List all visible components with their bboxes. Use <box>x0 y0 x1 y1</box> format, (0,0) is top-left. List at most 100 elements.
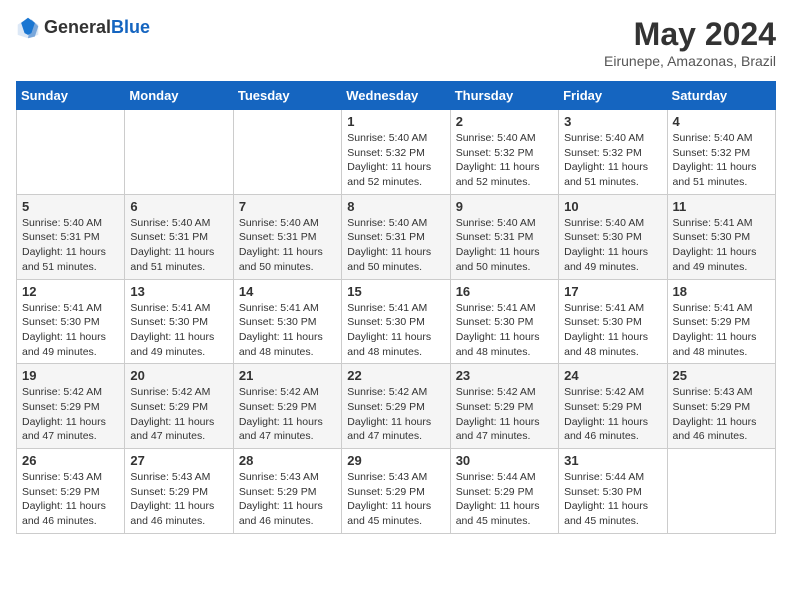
calendar-cell: 28 Sunrise: 5:43 AM Sunset: 5:29 PM Dayli… <box>233 449 341 534</box>
day-number: 18 <box>673 284 770 299</box>
day-number: 19 <box>22 368 119 383</box>
day-number: 29 <box>347 453 444 468</box>
calendar-week-row: 5Sunrise: 5:40 AM Sunset: 5:31 PM Daylig… <box>17 194 776 279</box>
logo: GeneralBlue <box>16 16 150 40</box>
calendar-cell: 29 Sunrise: 5:43 AM Sunset: 5:29 PM Dayli… <box>342 449 450 534</box>
day-number: 23 <box>456 368 553 383</box>
day-info: Sunrise: 5:43 AM Sunset: 5:29 PM Dayligh… <box>239 470 336 529</box>
day-number: 15 <box>347 284 444 299</box>
day-info: Sunrise: 5:42 AM Sunset: 5:29 PM Dayligh… <box>347 385 444 444</box>
page-header: GeneralBlue May 2024 Eirunepe, Amazonas,… <box>16 16 776 69</box>
day-info: Sunrise: 5:41 AM Sunset: 5:30 PM Dayligh… <box>564 301 661 360</box>
day-number: 11 <box>673 199 770 214</box>
day-number: 22 <box>347 368 444 383</box>
calendar-week-row: 12 Sunrise: 5:41 AM Sunset: 5:30 PM Dayli… <box>17 279 776 364</box>
day-number: 4 <box>673 114 770 129</box>
day-number: 10 <box>564 199 661 214</box>
calendar-cell: 30Sunrise: 5:44 AM Sunset: 5:29 PM Dayli… <box>450 449 558 534</box>
calendar-cell: 16 Sunrise: 5:41 AM Sunset: 5:30 PM Dayli… <box>450 279 558 364</box>
day-info: Sunrise: 5:43 AM Sunset: 5:29 PM Dayligh… <box>22 470 119 529</box>
calendar-week-row: 1 Sunrise: 5:40 AM Sunset: 5:32 PM Daylig… <box>17 110 776 195</box>
day-number: 16 <box>456 284 553 299</box>
day-number: 7 <box>239 199 336 214</box>
calendar-cell <box>233 110 341 195</box>
month-title: May 2024 <box>604 16 776 53</box>
calendar-cell: 13 Sunrise: 5:41 AM Sunset: 5:30 PM Dayli… <box>125 279 233 364</box>
location: Eirunepe, Amazonas, Brazil <box>604 53 776 69</box>
day-header-sunday: Sunday <box>17 82 125 110</box>
calendar-week-row: 19 Sunrise: 5:42 AM Sunset: 5:29 PM Dayli… <box>17 364 776 449</box>
day-number: 31 <box>564 453 661 468</box>
day-info: Sunrise: 5:40 AM Sunset: 5:32 PM Dayligh… <box>673 131 770 190</box>
calendar-cell: 2Sunrise: 5:40 AM Sunset: 5:32 PM Daylig… <box>450 110 558 195</box>
calendar-cell: 15Sunrise: 5:41 AM Sunset: 5:30 PM Dayli… <box>342 279 450 364</box>
day-header-thursday: Thursday <box>450 82 558 110</box>
day-number: 6 <box>130 199 227 214</box>
day-info: Sunrise: 5:41 AM Sunset: 5:30 PM Dayligh… <box>130 301 227 360</box>
day-info: Sunrise: 5:42 AM Sunset: 5:29 PM Dayligh… <box>564 385 661 444</box>
calendar-cell <box>667 449 775 534</box>
calendar-cell: 31Sunrise: 5:44 AM Sunset: 5:30 PM Dayli… <box>559 449 667 534</box>
day-header-saturday: Saturday <box>667 82 775 110</box>
calendar-cell: 26 Sunrise: 5:43 AM Sunset: 5:29 PM Dayli… <box>17 449 125 534</box>
calendar-cell: 9 Sunrise: 5:40 AM Sunset: 5:31 PM Daylig… <box>450 194 558 279</box>
day-info: Sunrise: 5:43 AM Sunset: 5:29 PM Dayligh… <box>673 385 770 444</box>
calendar-cell: 22 Sunrise: 5:42 AM Sunset: 5:29 PM Dayli… <box>342 364 450 449</box>
calendar-cell: 19Sunrise: 5:42 AM Sunset: 5:29 PM Dayli… <box>17 364 125 449</box>
calendar-cell: 12 Sunrise: 5:41 AM Sunset: 5:30 PM Dayli… <box>17 279 125 364</box>
day-info: Sunrise: 5:41 AM Sunset: 5:30 PM Dayligh… <box>456 301 553 360</box>
day-number: 28 <box>239 453 336 468</box>
day-number: 9 <box>456 199 553 214</box>
day-info: Sunrise: 5:42 AM Sunset: 5:29 PM Dayligh… <box>239 385 336 444</box>
day-info: Sunrise: 5:41 AM Sunset: 5:30 PM Dayligh… <box>673 216 770 275</box>
day-info: Sunrise: 5:40 AM Sunset: 5:30 PM Dayligh… <box>564 216 661 275</box>
day-number: 13 <box>130 284 227 299</box>
day-info: Sunrise: 5:41 AM Sunset: 5:30 PM Dayligh… <box>239 301 336 360</box>
calendar-cell: 8 Sunrise: 5:40 AM Sunset: 5:31 PM Daylig… <box>342 194 450 279</box>
day-header-wednesday: Wednesday <box>342 82 450 110</box>
day-number: 21 <box>239 368 336 383</box>
day-number: 20 <box>130 368 227 383</box>
day-number: 25 <box>673 368 770 383</box>
day-number: 17 <box>564 284 661 299</box>
calendar-cell: 14 Sunrise: 5:41 AM Sunset: 5:30 PM Dayli… <box>233 279 341 364</box>
day-info: Sunrise: 5:40 AM Sunset: 5:31 PM Dayligh… <box>130 216 227 275</box>
day-number: 30 <box>456 453 553 468</box>
calendar-cell: 17 Sunrise: 5:41 AM Sunset: 5:30 PM Dayli… <box>559 279 667 364</box>
day-info: Sunrise: 5:42 AM Sunset: 5:29 PM Dayligh… <box>456 385 553 444</box>
logo-text: GeneralBlue <box>44 18 150 38</box>
day-number: 1 <box>347 114 444 129</box>
day-info: Sunrise: 5:43 AM Sunset: 5:29 PM Dayligh… <box>347 470 444 529</box>
calendar-cell: 21 Sunrise: 5:42 AM Sunset: 5:29 PM Dayli… <box>233 364 341 449</box>
logo-icon <box>16 16 40 40</box>
calendar-cell: 10 Sunrise: 5:40 AM Sunset: 5:30 PM Dayli… <box>559 194 667 279</box>
calendar-cell: 11 Sunrise: 5:41 AM Sunset: 5:30 PM Dayli… <box>667 194 775 279</box>
calendar-cell: 20 Sunrise: 5:42 AM Sunset: 5:29 PM Dayli… <box>125 364 233 449</box>
day-header-friday: Friday <box>559 82 667 110</box>
day-number: 26 <box>22 453 119 468</box>
day-number: 14 <box>239 284 336 299</box>
day-info: Sunrise: 5:40 AM Sunset: 5:32 PM Dayligh… <box>564 131 661 190</box>
calendar-cell: 1 Sunrise: 5:40 AM Sunset: 5:32 PM Daylig… <box>342 110 450 195</box>
day-info: Sunrise: 5:42 AM Sunset: 5:29 PM Dayligh… <box>130 385 227 444</box>
day-number: 2 <box>456 114 553 129</box>
calendar-week-row: 26 Sunrise: 5:43 AM Sunset: 5:29 PM Dayli… <box>17 449 776 534</box>
day-number: 8 <box>347 199 444 214</box>
calendar-cell: 18 Sunrise: 5:41 AM Sunset: 5:29 PM Dayli… <box>667 279 775 364</box>
day-info: Sunrise: 5:41 AM Sunset: 5:29 PM Dayligh… <box>673 301 770 360</box>
day-info: Sunrise: 5:40 AM Sunset: 5:31 PM Dayligh… <box>22 216 119 275</box>
day-number: 12 <box>22 284 119 299</box>
day-info: Sunrise: 5:43 AM Sunset: 5:29 PM Dayligh… <box>130 470 227 529</box>
day-info: Sunrise: 5:40 AM Sunset: 5:32 PM Dayligh… <box>347 131 444 190</box>
title-area: May 2024 Eirunepe, Amazonas, Brazil <box>604 16 776 69</box>
day-number: 24 <box>564 368 661 383</box>
day-number: 27 <box>130 453 227 468</box>
day-info: Sunrise: 5:40 AM Sunset: 5:31 PM Dayligh… <box>239 216 336 275</box>
day-header-tuesday: Tuesday <box>233 82 341 110</box>
calendar-cell: 5Sunrise: 5:40 AM Sunset: 5:31 PM Daylig… <box>17 194 125 279</box>
day-info: Sunrise: 5:40 AM Sunset: 5:31 PM Dayligh… <box>456 216 553 275</box>
calendar-cell <box>17 110 125 195</box>
day-info: Sunrise: 5:40 AM Sunset: 5:31 PM Dayligh… <box>347 216 444 275</box>
day-info: Sunrise: 5:41 AM Sunset: 5:30 PM Dayligh… <box>22 301 119 360</box>
day-header-monday: Monday <box>125 82 233 110</box>
